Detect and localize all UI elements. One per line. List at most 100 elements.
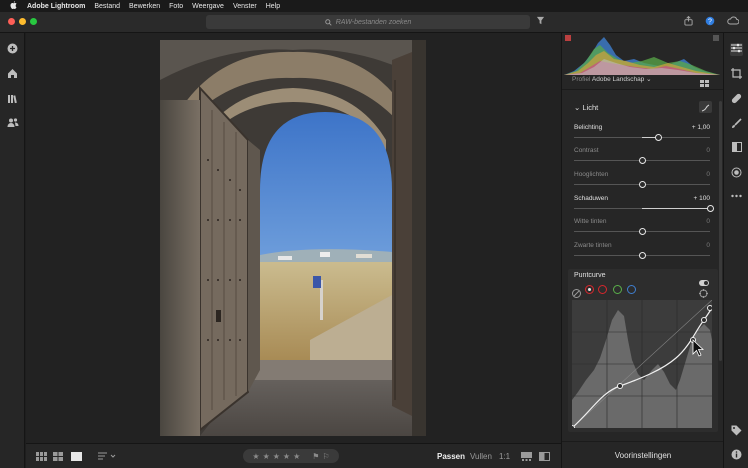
- info-icon[interactable]: [730, 449, 743, 462]
- slider-0[interactable]: Belichting + 1,00: [574, 124, 710, 146]
- slider-value[interactable]: 0: [706, 171, 710, 178]
- zoom-1-1-button[interactable]: 1:1: [499, 452, 510, 461]
- point-curve-panel: Puntcurve: [568, 269, 718, 432]
- slider-label: Hooglichten: [574, 171, 609, 178]
- rating-bar[interactable]: ★ ★ ★ ★ ★ ⚑ ⚐: [243, 449, 339, 463]
- edit-sliders-icon[interactable]: [730, 43, 743, 56]
- radial-icon[interactable]: [730, 167, 743, 180]
- search-placeholder: RAW-bestanden zoeken: [335, 18, 412, 26]
- star-icon[interactable]: ★: [252, 452, 259, 461]
- reject-flag-icon[interactable]: ⚐: [322, 452, 329, 461]
- slider-knob[interactable]: [638, 228, 646, 235]
- edit-panel: Profiel Adobe Landschap ⌄ ⌄ Licht Belich…: [561, 33, 724, 468]
- search-input[interactable]: RAW-bestanden zoeken: [206, 15, 530, 29]
- slider-label: Schaduwen: [574, 195, 608, 202]
- crop-icon[interactable]: [730, 68, 743, 81]
- menu-help[interactable]: Help: [266, 3, 280, 10]
- add-icon[interactable]: [6, 43, 19, 56]
- healing-icon[interactable]: [730, 93, 743, 106]
- slider-label: Witte tinten: [574, 218, 607, 225]
- chevron-down-icon: ⌄: [574, 103, 581, 112]
- star-icon[interactable]: ★: [293, 452, 300, 461]
- square-grid-icon[interactable]: [53, 452, 63, 463]
- tone-curve-toggle-icon[interactable]: [699, 101, 712, 113]
- menu-app-name[interactable]: Adobe Lightroom: [27, 3, 85, 10]
- tag-icon[interactable]: [730, 425, 743, 438]
- library-icon[interactable]: [6, 93, 19, 106]
- slider-3[interactable]: Schaduwen + 100: [574, 195, 714, 217]
- slider-2[interactable]: Hooglichten 0: [574, 171, 710, 193]
- slider-fill: [642, 208, 710, 209]
- chevron-down-icon[interactable]: ⌄: [646, 76, 651, 83]
- curve-channel-green[interactable]: [613, 285, 622, 294]
- help-icon[interactable]: ?: [705, 16, 715, 28]
- profile-value[interactable]: Adobe Landschap: [592, 76, 644, 83]
- slider-value[interactable]: 0: [706, 147, 710, 154]
- slider-knob[interactable]: [706, 205, 714, 212]
- tone-curve-graph[interactable]: [572, 300, 712, 428]
- zoom-fill-button[interactable]: Vullen: [470, 452, 492, 461]
- slider-knob[interactable]: [654, 134, 662, 141]
- point-curve-title: Puntcurve: [574, 272, 606, 279]
- slider-1[interactable]: Contrast 0: [574, 147, 710, 169]
- profile-row[interactable]: Profiel Adobe Landschap ⌄: [572, 75, 652, 83]
- curve-channel-blue[interactable]: [627, 285, 636, 294]
- share-icon[interactable]: [684, 15, 693, 28]
- menu-foto[interactable]: Foto: [169, 3, 183, 10]
- home-icon[interactable]: [6, 68, 19, 81]
- panel-scrollbar[interactable]: [719, 101, 722, 361]
- slider-knob[interactable]: [638, 252, 646, 259]
- sort-icon[interactable]: [98, 452, 116, 463]
- slider-value[interactable]: + 100: [694, 195, 710, 202]
- menu-weergave[interactable]: Weergave: [192, 3, 224, 10]
- apple-icon[interactable]: [10, 1, 18, 11]
- profile-label: Profiel: [572, 76, 591, 83]
- title-bar: RAW-bestanden zoeken ?: [0, 12, 748, 33]
- slider-label: Zwarte tinten: [574, 242, 612, 249]
- brush-icon[interactable]: [730, 118, 743, 131]
- zoom-fit-button[interactable]: Passen: [437, 452, 465, 461]
- menu-bar: Adobe Lightroom Bestand Bewerken Foto We…: [0, 0, 748, 12]
- more-icon[interactable]: [730, 189, 743, 202]
- right-rail: [723, 33, 748, 468]
- star-icon[interactable]: ★: [263, 452, 270, 461]
- gradient-icon[interactable]: [730, 142, 743, 155]
- minimize-window-button[interactable]: [19, 18, 26, 25]
- histogram: [564, 33, 720, 75]
- star-icon[interactable]: ★: [283, 452, 290, 461]
- profile-browser-icon[interactable]: [700, 75, 710, 93]
- grid-view-icon[interactable]: [36, 452, 47, 463]
- presets-label: Voorinstellingen: [614, 450, 672, 460]
- search-icon: [324, 18, 332, 26]
- svg-text:?: ?: [708, 19, 712, 26]
- bottom-toolbar: ★ ★ ★ ★ ★ ⚑ ⚐ Passen Vullen 1:1: [26, 443, 561, 468]
- before-after-icon[interactable]: [539, 452, 550, 463]
- slider-value[interactable]: 0: [706, 242, 710, 249]
- curve-channel-red[interactable]: [598, 285, 607, 294]
- menu-venster[interactable]: Venster: [233, 3, 257, 10]
- people-icon[interactable]: [6, 117, 19, 130]
- pick-flag-icon[interactable]: ⚑: [312, 452, 319, 461]
- slider-4[interactable]: Witte tinten 0: [574, 218, 710, 240]
- slider-value[interactable]: + 1,00: [692, 124, 710, 131]
- slider-label: Contrast: [574, 147, 599, 154]
- star-icon[interactable]: ★: [273, 452, 280, 461]
- photo-image[interactable]: [160, 40, 426, 436]
- light-section-title: Licht: [582, 103, 599, 112]
- compare-icon[interactable]: [521, 452, 532, 463]
- cloud-icon[interactable]: [727, 16, 740, 27]
- slider-knob[interactable]: [638, 157, 646, 164]
- presets-button[interactable]: Voorinstellingen: [562, 441, 724, 468]
- menu-bewerken[interactable]: Bewerken: [129, 3, 160, 10]
- slider-knob[interactable]: [638, 181, 646, 188]
- slider-value[interactable]: 0: [706, 218, 710, 225]
- curve-channel-rgb[interactable]: [585, 285, 594, 294]
- left-rail: [0, 33, 25, 468]
- light-section-header[interactable]: ⌄ Licht: [574, 103, 598, 112]
- menu-bestand[interactable]: Bestand: [94, 3, 120, 10]
- close-window-button[interactable]: [8, 18, 15, 25]
- filter-icon[interactable]: [536, 16, 545, 27]
- zoom-window-button[interactable]: [30, 18, 37, 25]
- detail-view-icon[interactable]: [71, 452, 82, 463]
- slider-5[interactable]: Zwarte tinten 0: [574, 242, 710, 264]
